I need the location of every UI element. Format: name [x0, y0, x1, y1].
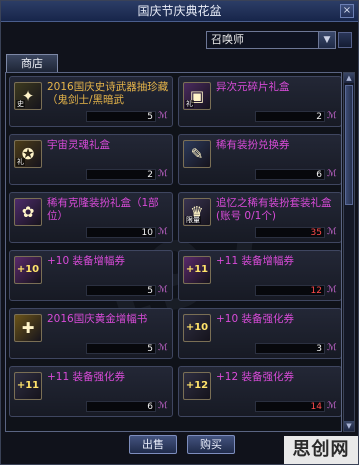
- rare-clone-avatar-box-icon: ✿: [14, 198, 42, 226]
- item-icon-tag: 史: [16, 100, 25, 108]
- currency-icon: ℳ: [158, 111, 168, 121]
- reinforce-ticket-10-icon: +10: [183, 314, 211, 342]
- item-icon-glyph: +10: [16, 264, 40, 275]
- item-name: 稀有装扮兑换券: [216, 139, 290, 151]
- shop-item[interactable]: +12 +12 装备强化券 14 ℳ: [178, 366, 341, 417]
- item-name: 2016国庆黄金增幅书: [47, 313, 148, 325]
- tab-shop[interactable]: 商店: [6, 54, 58, 72]
- shop-item[interactable]: +11 +11 装备强化券 6 ℳ: [9, 366, 173, 417]
- item-name: +12 装备强化券: [216, 371, 294, 383]
- item-price: 3: [255, 343, 325, 354]
- item-name: +10 装备增幅券: [47, 255, 125, 267]
- item-name: +10 装备强化券: [216, 313, 294, 325]
- currency-icon: ℳ: [158, 401, 168, 411]
- item-name: 2016国庆史诗武器抽珍藏（鬼剑士/黑暗武: [47, 81, 169, 106]
- rare-avatar-ticket-icon: ✎: [183, 140, 211, 168]
- window-title: 国庆节庆典花盆: [137, 4, 222, 18]
- reinforce-ticket-11-icon: +11: [14, 372, 42, 400]
- epic-weapon-box-icon: ✦ 史: [14, 82, 42, 110]
- item-price: 5: [86, 111, 156, 122]
- window-titlebar[interactable]: 国庆节庆典花盆 ×: [1, 1, 358, 22]
- item-price: 2: [86, 169, 156, 180]
- buy-button[interactable]: 购买: [187, 435, 235, 454]
- item-icon-tag: 礼: [16, 158, 25, 166]
- item-price: 10: [86, 227, 156, 238]
- item-icon-tag: 礼: [185, 100, 194, 108]
- item-icon-tag: 限量: [185, 216, 201, 224]
- shop-item[interactable]: ✎ 稀有装扮兑换券 6 ℳ: [178, 134, 341, 185]
- item-name: 异次元碎片礼盒: [216, 81, 290, 93]
- scroll-down-icon[interactable]: ▼: [344, 421, 354, 431]
- currency-icon: ℳ: [327, 343, 337, 353]
- currency-icon: ℳ: [158, 343, 168, 353]
- item-icon-glyph: ✿: [21, 203, 35, 221]
- shop-item[interactable]: ♛ 限量 追忆之稀有装扮套装礼盒(账号 0/1个) 35 ℳ: [178, 192, 341, 243]
- item-list-panel: 197 ✦史2016国庆史诗武器抽珍藏（鬼剑士/黑暗武5ℳ▣礼异次元碎片礼盒2ℳ…: [5, 72, 342, 432]
- class-filter-value: 召唤师: [211, 33, 244, 46]
- currency-icon: ℳ: [158, 227, 168, 237]
- close-icon[interactable]: ×: [340, 4, 354, 18]
- memory-avatar-set-box-icon: ♛ 限量: [183, 198, 211, 226]
- currency-icon: ℳ: [327, 285, 337, 295]
- currency-icon: ℳ: [158, 169, 168, 179]
- scroll-thumb[interactable]: [345, 85, 353, 205]
- item-price: 5: [86, 285, 156, 296]
- item-name: 追忆之稀有装扮套装礼盒(账号 0/1个): [216, 197, 332, 222]
- currency-icon: ℳ: [327, 401, 337, 411]
- item-price: 5: [86, 343, 156, 354]
- item-list-scrollbar[interactable]: ▲ ▼: [343, 72, 355, 432]
- item-price: 6: [86, 401, 156, 412]
- amplify-ticket-10-icon: +10: [14, 256, 42, 284]
- item-name: +11 装备增幅券: [216, 255, 294, 267]
- tab-shop-label: 商店: [21, 57, 43, 70]
- shop-item[interactable]: +10 +10 装备增幅券 5 ℳ: [9, 250, 173, 301]
- amplify-ticket-11-icon: +11: [183, 256, 211, 284]
- shop-item[interactable]: +10 +10 装备强化券 3 ℳ: [178, 308, 341, 359]
- currency-icon: ℳ: [327, 111, 337, 121]
- item-price: 12: [255, 285, 325, 296]
- item-icon-glyph: ✚: [21, 319, 35, 337]
- chevron-down-icon[interactable]: ▼: [318, 32, 335, 48]
- item-icon-glyph: +10: [185, 322, 209, 333]
- shop-window: 国庆节庆典花盆 × 召唤师 ▼ 商店 197 ✦史2016国庆史诗武器抽珍藏（鬼…: [0, 0, 359, 465]
- item-price: 14: [255, 401, 325, 412]
- currency-icon: ℳ: [158, 285, 168, 295]
- shop-item[interactable]: ✪ 礼宇宙灵魂礼盒 2 ℳ: [9, 134, 173, 185]
- currency-icon: ℳ: [327, 169, 337, 179]
- dimension-fragment-box-icon: ▣ 礼: [183, 82, 211, 110]
- shop-item[interactable]: +11 +11 装备增幅券 12 ℳ: [178, 250, 341, 301]
- item-name: 宇宙灵魂礼盒: [47, 139, 110, 151]
- class-filter-select[interactable]: 召唤师 ▼: [206, 31, 336, 49]
- item-name: +11 装备强化券: [47, 371, 125, 383]
- scroll-up-icon[interactable]: ▲: [344, 73, 354, 83]
- gold-amplify-book-icon: ✚: [14, 314, 42, 342]
- item-name: 稀有克隆装扮礼盒（1部位）: [47, 197, 159, 222]
- item-price: 6: [255, 169, 325, 180]
- shop-item[interactable]: ✿ 稀有克隆装扮礼盒（1部位） 10 ℳ: [9, 192, 173, 243]
- shop-item[interactable]: ✦ 史 2016国庆史诗武器抽珍藏（鬼剑士/黑暗武 5 ℳ: [9, 76, 173, 127]
- site-logo: 思创网: [284, 436, 358, 464]
- item-icon-glyph: +11: [185, 264, 209, 275]
- currency-icon: ℳ: [327, 227, 337, 237]
- item-price: 2: [255, 111, 325, 122]
- reinforce-ticket-12-icon: +12: [183, 372, 211, 400]
- item-icon-glyph: +11: [16, 380, 40, 391]
- cosmic-soul-box-icon: ✪ 礼: [14, 140, 42, 168]
- shop-item[interactable]: ▣ 礼异次元碎片礼盒 2 ℳ: [178, 76, 341, 127]
- shop-item[interactable]: ✚ 2016国庆黄金增幅书 5 ℳ: [9, 308, 173, 359]
- item-icon-glyph: +12: [185, 380, 209, 391]
- sell-button[interactable]: 出售: [129, 435, 177, 454]
- filter-option-icon[interactable]: [338, 32, 352, 48]
- item-price: 35: [255, 227, 325, 238]
- item-icon-glyph: ✎: [190, 145, 204, 163]
